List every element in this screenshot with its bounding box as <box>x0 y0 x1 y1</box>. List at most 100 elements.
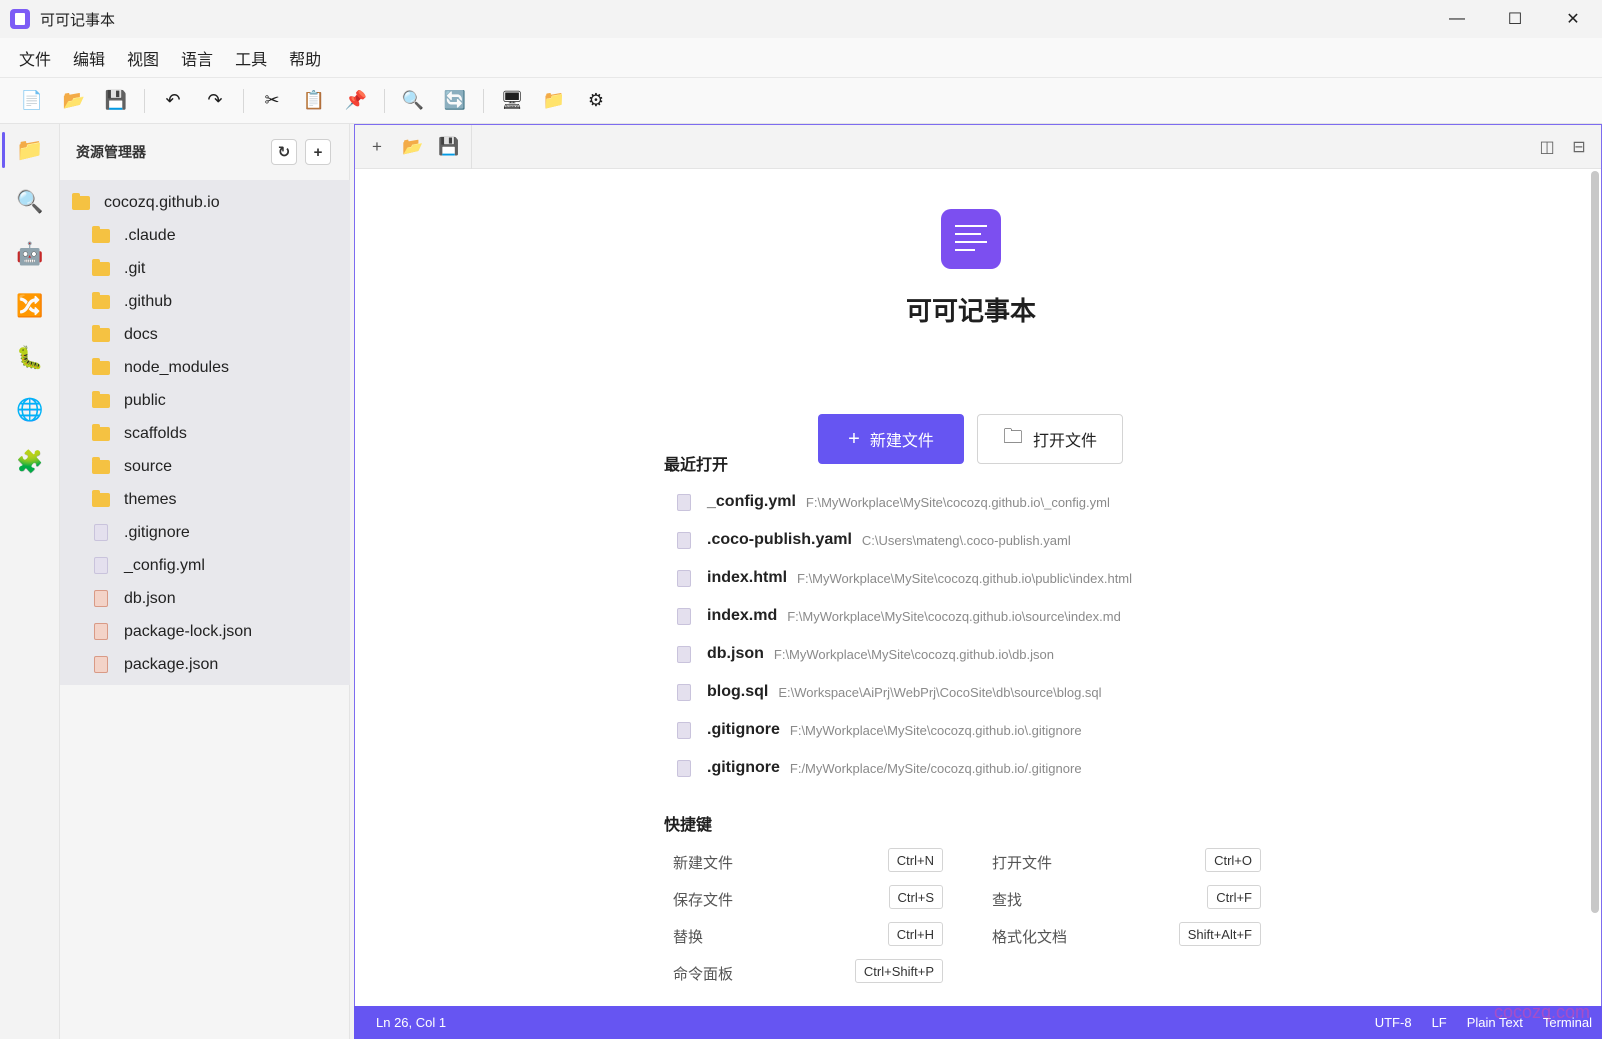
window-controls: — ☐ ✕ <box>1428 0 1602 38</box>
recent-item[interactable]: .gitignore F:/MyWorkplace/MySite/cocozq.g… <box>671 749 1371 787</box>
recent-item[interactable]: index.md F:\MyWorkplace\MySite\cocozq.git… <box>671 597 1371 635</box>
tree-item[interactable]: db.json <box>60 582 350 615</box>
shortcut-label: 打开文件 <box>992 855 1053 872</box>
open-file-label: 打开文件 <box>1032 433 1097 450</box>
tree-item[interactable]: .claude <box>60 219 350 252</box>
json-file-icon <box>94 590 108 607</box>
shortcut-label: 命令面板 <box>673 966 734 983</box>
tree-item[interactable]: .git <box>60 252 350 285</box>
split-horizontal-icon[interactable]: ⊟ <box>1565 133 1593 161</box>
encoding-indicator[interactable]: UTF-8 <box>1375 1015 1412 1030</box>
shortcut-label: 查找 <box>992 892 1023 909</box>
recent-title: 最近打开 <box>664 457 729 474</box>
refresh-button[interactable]: ↻ <box>271 139 297 165</box>
tree-item[interactable]: scaffolds <box>60 417 350 450</box>
recent-item[interactable]: index.html F:\MyWorkplace\MySite\cocozq.g… <box>671 559 1371 597</box>
tree-item[interactable]: docs <box>60 318 350 351</box>
shortcut-row: 新建文件 Ctrl+N 打开文件 Ctrl+O <box>673 844 1273 881</box>
menu-file[interactable]: 文件 <box>8 46 62 70</box>
globe-icon[interactable]: 🌐 <box>0 384 60 436</box>
tree-item[interactable]: .github <box>60 285 350 318</box>
welcome-title: 可可记事本 <box>905 296 1036 326</box>
close-button[interactable]: ✕ <box>1544 0 1602 38</box>
recent-name: _config.yml <box>707 493 796 510</box>
save-icon[interactable]: 💾 <box>102 87 130 115</box>
tree-item[interactable]: node_modules <box>60 351 350 384</box>
app-logo-icon <box>941 209 1001 269</box>
cursor-position[interactable]: Ln 26, Col 1 <box>376 1015 446 1030</box>
new-tab-icon[interactable]: + <box>359 125 395 169</box>
open-folder-icon[interactable]: 📂 <box>60 87 88 115</box>
debug-bug-icon[interactable]: 🐛 <box>0 332 60 384</box>
json-file-icon <box>94 656 108 673</box>
extensions-icon[interactable]: 🧩 <box>0 436 60 488</box>
shortcut-label: 保存文件 <box>673 892 734 909</box>
minimize-button[interactable]: — <box>1428 0 1486 38</box>
folder-icon[interactable]: 📁 <box>540 87 568 115</box>
shortcuts-title: 快捷键 <box>664 817 713 834</box>
tree-root-folder[interactable]: cocozq.github.io <box>60 186 350 219</box>
shortcut-row: 命令面板 Ctrl+Shift+P <box>673 955 1273 992</box>
paste-icon[interactable]: 📋 <box>300 87 328 115</box>
menu-edit[interactable]: 编辑 <box>62 46 116 70</box>
tree-item[interactable]: public <box>60 384 350 417</box>
new-file-icon[interactable]: 📄 <box>18 87 46 115</box>
new-file-button[interactable]: + 新建文件 <box>818 414 964 464</box>
pin-icon[interactable]: 📌 <box>342 87 370 115</box>
editor-area: + 📂 💾 ◫ ⊟ 可可记事本 + 新建文件 🗀 打开文件 最近打开 _conf… <box>354 124 1602 1008</box>
recent-item[interactable]: .gitignore F:\MyWorkplace\MySite\cocozq.g… <box>671 711 1371 749</box>
file-icon <box>94 524 108 541</box>
title-bar: 可可记事本 — ☐ ✕ <box>0 0 1602 38</box>
shortcut-label: 格式化文档 <box>992 929 1068 946</box>
file-icon <box>94 557 108 574</box>
redo-icon[interactable]: ↷ <box>201 87 229 115</box>
replace-icon[interactable]: 🔄 <box>441 87 469 115</box>
tree-item-label: .github <box>124 292 173 310</box>
maximize-button[interactable]: ☐ <box>1486 0 1544 38</box>
explorer-icon[interactable]: 📁 <box>0 124 60 176</box>
recent-path: F:\MyWorkplace\MySite\cocozq.github.io\_… <box>805 494 1110 510</box>
split-vertical-icon[interactable]: ◫ <box>1533 133 1561 161</box>
menu-tools[interactable]: 工具 <box>224 46 278 70</box>
open-folder-icon[interactable]: 📂 <box>395 125 431 169</box>
tree-item[interactable]: package.json <box>60 648 350 681</box>
tree-item[interactable]: package-lock.json <box>60 615 350 648</box>
recent-item[interactable]: db.json F:\MyWorkplace\MySite\cocozq.gith… <box>671 635 1371 673</box>
ai-robot-icon[interactable]: 🤖 <box>0 228 60 280</box>
search-icon[interactable]: 🔍 <box>0 176 60 228</box>
shortcut-key: Ctrl+N <box>887 848 943 872</box>
open-file-button[interactable]: 🗀 打开文件 <box>977 414 1123 464</box>
file-icon <box>677 645 691 663</box>
add-button[interactable]: + <box>305 139 331 165</box>
explorer-panel: 资源管理器 ↻ + cocozq.github.io .claude .git … <box>60 124 350 1039</box>
tree-item[interactable]: source <box>60 450 350 483</box>
source-control-icon[interactable]: 🔀 <box>0 280 60 332</box>
recent-item[interactable]: .coco-publish.yaml C:\Users\mateng\.coco-… <box>671 521 1371 559</box>
tree-item[interactable]: .gitignore <box>60 516 350 549</box>
eol-indicator[interactable]: LF <box>1432 1015 1447 1030</box>
recent-item[interactable]: _config.yml F:\MyWorkplace\MySite\cocozq.… <box>671 483 1371 521</box>
shortcut-key: Ctrl+S <box>888 885 943 909</box>
shortcut-label: 替换 <box>673 929 704 946</box>
tree-item[interactable]: themes <box>60 483 350 516</box>
tree-item[interactable]: _config.yml <box>60 549 350 582</box>
settings-icon[interactable]: ⚙ <box>582 87 610 115</box>
shortcut-row: 替换 Ctrl+H 格式化文档 Shift+Alt+F <box>673 918 1273 955</box>
menu-help[interactable]: 帮助 <box>278 46 332 70</box>
menu-language[interactable]: 语言 <box>170 46 224 70</box>
terminal-icon[interactable]: 🖥 <box>498 87 526 115</box>
recent-list: _config.yml F:\MyWorkplace\MySite\cocozq.… <box>671 483 1371 787</box>
folder-open-icon <box>72 192 90 210</box>
cut-icon[interactable]: ✂ <box>258 87 286 115</box>
file-icon <box>677 569 691 587</box>
vertical-scrollbar[interactable] <box>1591 171 1599 913</box>
search-icon[interactable]: 🔍 <box>399 87 427 115</box>
tree-item-label: node_modules <box>124 358 229 376</box>
recent-item[interactable]: blog.sql E:\Workspace\AiPrj\WebPrj\CocoSi… <box>671 673 1371 711</box>
menu-view[interactable]: 视图 <box>116 46 170 70</box>
file-tree: cocozq.github.io .claude .git .github do… <box>60 180 350 685</box>
save-icon[interactable]: 💾 <box>431 125 467 169</box>
status-bar: Ln 26, Col 1 UTF-8 LF Plain Text Termina… <box>354 1006 1602 1039</box>
undo-icon[interactable]: ↶ <box>159 87 187 115</box>
tab-bar: + 📂 💾 ◫ ⊟ <box>355 124 1601 169</box>
